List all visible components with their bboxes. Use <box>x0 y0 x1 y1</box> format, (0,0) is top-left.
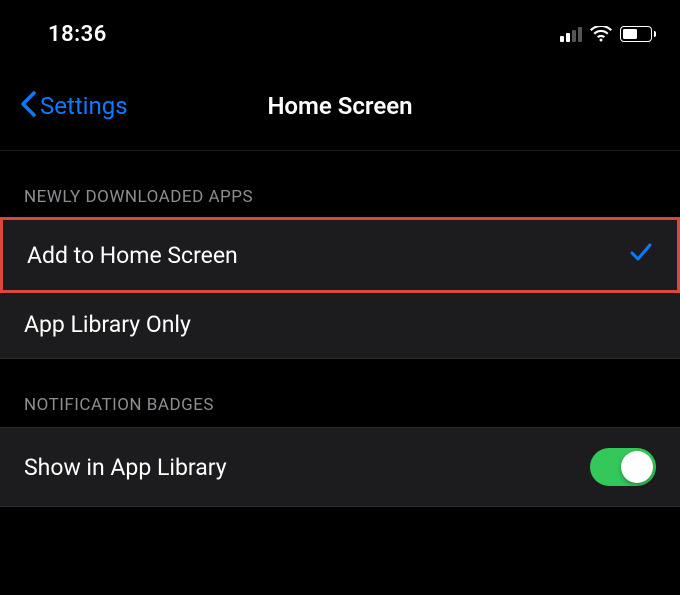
section-header-notification-badges: NOTIFICATION BADGES <box>0 359 680 427</box>
toggle-show-in-app-library[interactable] <box>590 448 656 486</box>
nav-bar: Settings Home Screen <box>0 60 680 151</box>
option-label: App Library Only <box>24 311 191 338</box>
cellular-signal-icon <box>560 26 582 42</box>
chevron-left-icon <box>20 90 36 122</box>
back-button[interactable]: Settings <box>20 90 128 122</box>
status-time: 18:36 <box>48 22 107 47</box>
notification-badges-list: Show in App Library <box>0 427 680 507</box>
status-indicators <box>560 26 656 42</box>
option-label: Add to Home Screen <box>27 242 238 269</box>
option-add-to-home-screen[interactable]: Add to Home Screen <box>0 217 680 293</box>
page-title: Home Screen <box>267 92 412 120</box>
checkmark-icon <box>629 240 653 270</box>
wifi-icon <box>590 26 612 42</box>
newly-downloaded-list: Add to Home Screen App Library Only <box>0 219 680 359</box>
battery-icon <box>620 26 656 42</box>
option-app-library-only[interactable]: App Library Only <box>0 290 680 358</box>
status-bar: 18:36 <box>0 0 680 60</box>
option-label: Show in App Library <box>24 454 227 481</box>
battery-fill <box>623 29 637 39</box>
back-label: Settings <box>40 92 128 120</box>
option-show-in-app-library[interactable]: Show in App Library <box>0 428 680 506</box>
toggle-knob <box>621 451 653 483</box>
section-header-newly-downloaded: NEWLY DOWNLOADED APPS <box>0 151 680 219</box>
